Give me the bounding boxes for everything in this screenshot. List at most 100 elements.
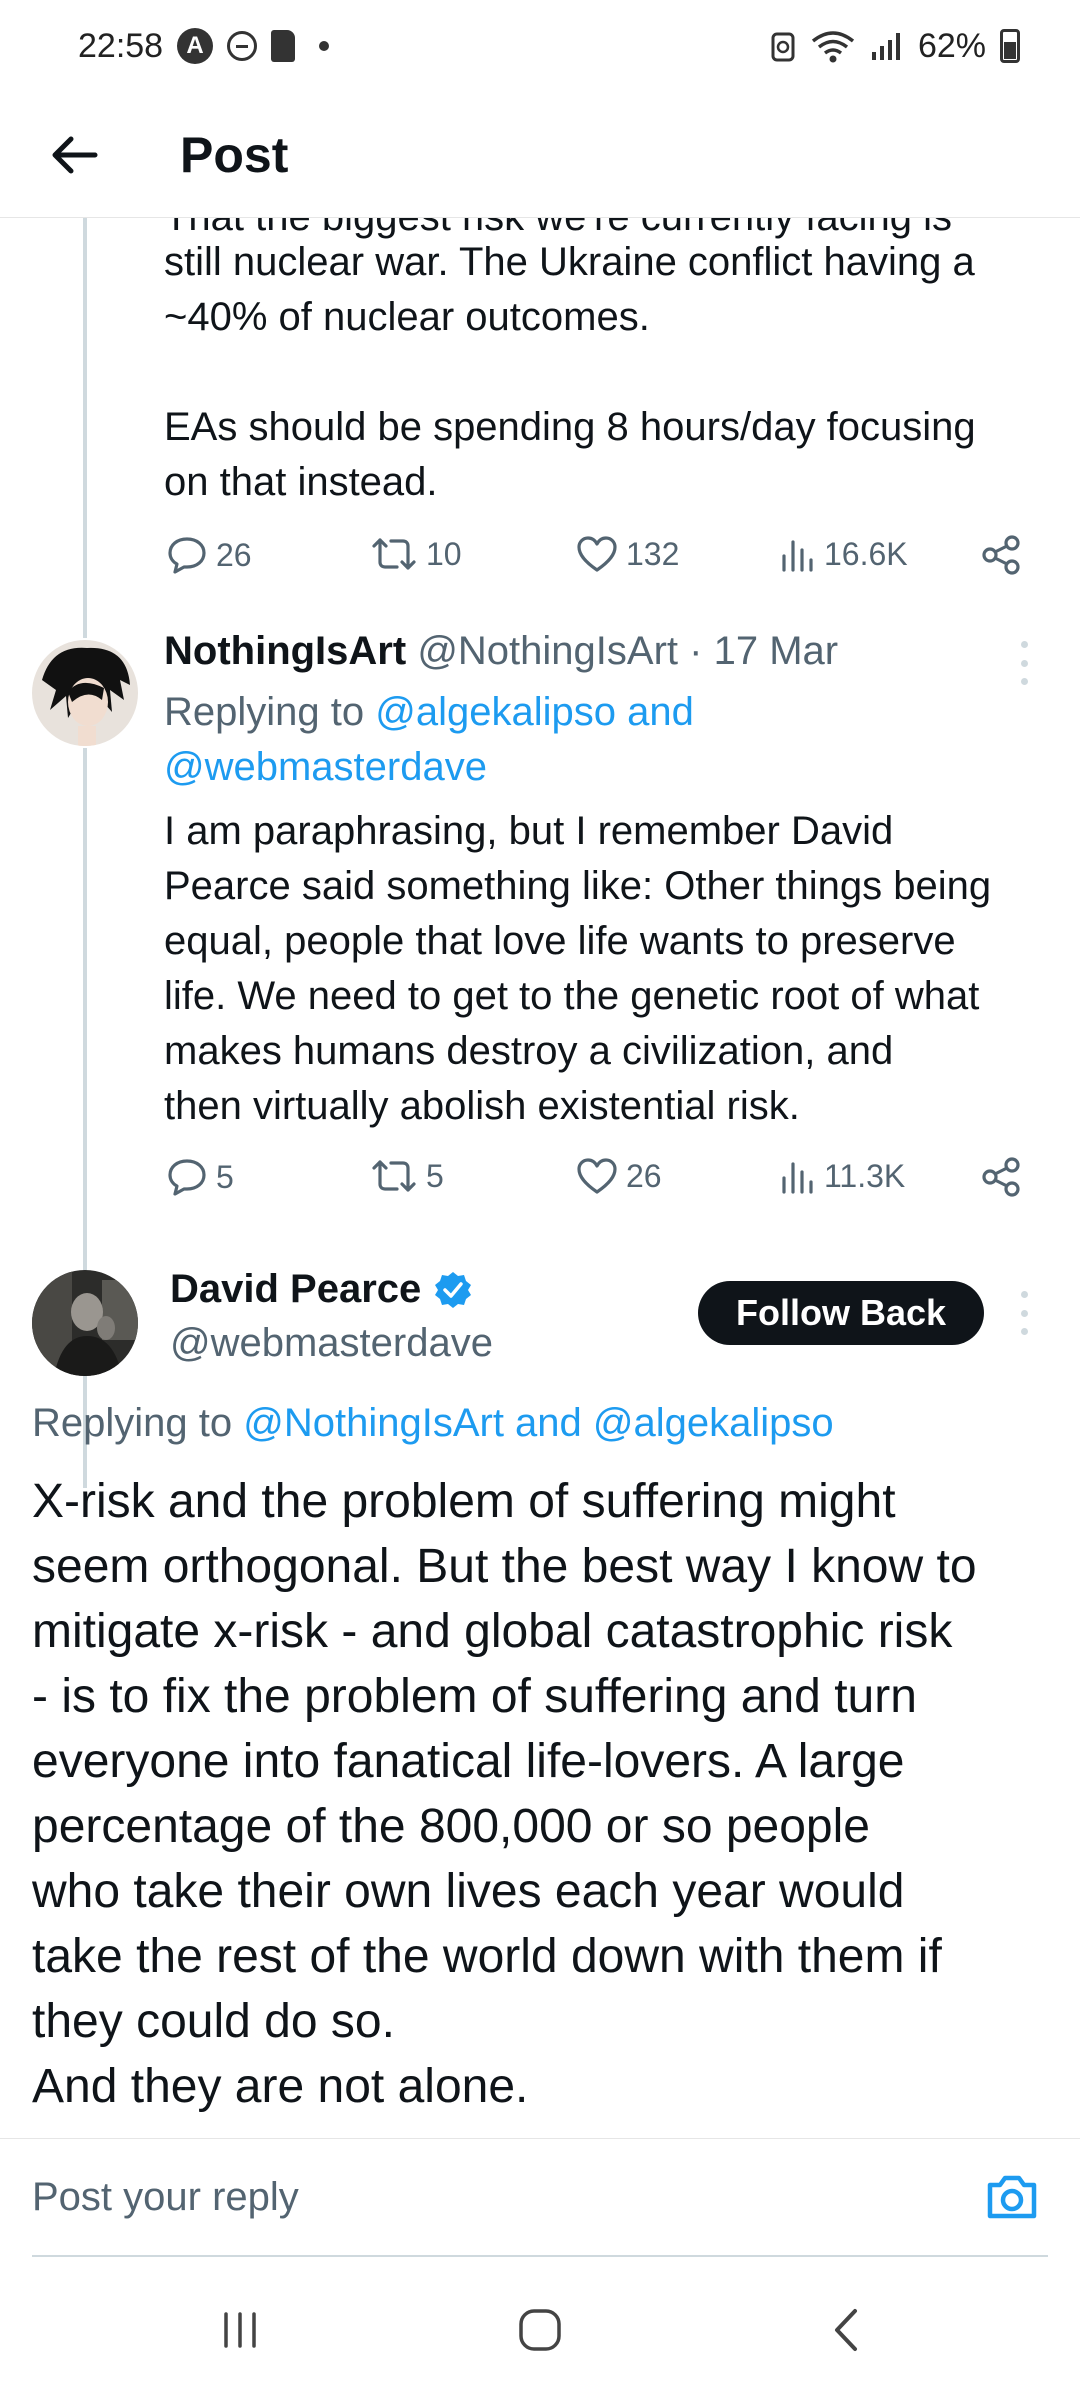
battery-icon xyxy=(1000,29,1020,63)
thread-content[interactable]: That the biggest risk we're currently fa… xyxy=(0,218,1080,2138)
reply-button[interactable]: 26 xyxy=(166,534,252,576)
separator-dot: · xyxy=(689,629,703,673)
tweet2-header: NothingIsArt @NothingIsArt · 17 Mar xyxy=(164,629,838,674)
replying-to-line: Replying to @algekalipso and xyxy=(164,685,694,740)
main-post-body: X-risk and the problem of suffering migh… xyxy=(32,1469,977,2119)
saver-icon xyxy=(771,32,795,62)
replying-prefix: Replying to xyxy=(32,1401,244,1445)
tweet1-actions: 26 10 132 16.6K xyxy=(164,534,1024,590)
main-post-line: seem orthogonal. But the best way I know… xyxy=(32,1540,977,1593)
status-right: 62% xyxy=(770,27,1020,66)
like-button[interactable]: 26 xyxy=(576,1156,662,1196)
main-post-line: mitigate x-risk - and global catastrophi… xyxy=(32,1605,953,1658)
tweet2-line: life. We need to get to the genetic root… xyxy=(164,974,980,1018)
replying-link[interactable]: @NothingIsArt and @algekalipso xyxy=(243,1401,833,1445)
reply-count: 26 xyxy=(216,536,252,573)
dnd-icon xyxy=(227,31,258,61)
like-count: 132 xyxy=(626,535,680,572)
camera-button[interactable] xyxy=(984,2169,1040,2225)
like-button[interactable]: 132 xyxy=(576,534,679,574)
more-dot xyxy=(1020,1309,1028,1317)
analytics-icon xyxy=(782,1162,813,1194)
main-post-line: - is to fix the problem of suffering and… xyxy=(32,1670,917,1723)
repost-count: 5 xyxy=(426,1157,444,1194)
views-button[interactable]: 11.3K xyxy=(780,1156,905,1196)
avatar[interactable] xyxy=(32,1270,138,1376)
home-button[interactable] xyxy=(500,2298,580,2362)
tweet2-line: Pearce said something like: Other things… xyxy=(164,864,992,908)
more-dot xyxy=(1020,659,1028,667)
more-dot xyxy=(1020,1328,1028,1335)
top-bar: Post xyxy=(0,92,1080,218)
author-name[interactable]: David Pearce xyxy=(170,1267,421,1312)
thread-line xyxy=(83,218,87,638)
thread-line xyxy=(83,748,87,1488)
tweet1-line: still nuclear war. The Ukraine conflict … xyxy=(164,240,975,284)
tweet1-line: on that instead. xyxy=(164,460,438,504)
back-nav-button[interactable] xyxy=(806,2298,886,2362)
main-author-name-row: David Pearce xyxy=(170,1267,473,1312)
main-post-line: And they are not alone. xyxy=(32,2060,529,2113)
chevron-left-icon xyxy=(835,2309,857,2351)
follow-back-button[interactable]: Follow Back xyxy=(698,1281,984,1345)
battery-percent: 62% xyxy=(917,26,986,65)
post-date[interactable]: 17 Mar xyxy=(714,629,839,673)
replying-to-line: Replying to @NothingIsArt and @algekalip… xyxy=(32,1398,834,1448)
repost-icon xyxy=(372,1160,416,1192)
recents-icon xyxy=(224,2312,256,2348)
arrow-left-icon xyxy=(52,136,98,173)
tweet2-line: then virtually abolish existential risk. xyxy=(164,1084,800,1128)
repost-count: 10 xyxy=(426,535,462,572)
reply-input[interactable]: Post your reply xyxy=(32,2139,1048,2257)
main-post-line: take the rest of the world down with the… xyxy=(32,1930,942,1983)
more-options-button[interactable] xyxy=(1014,1291,1034,1335)
main-post-line: everyone into fanatical life-lovers. A l… xyxy=(32,1735,905,1788)
analytics-icon xyxy=(782,540,813,572)
main-post-line: percentage of the 800,000 or so people xyxy=(32,1800,870,1853)
repost-button[interactable]: 10 xyxy=(370,534,462,574)
reply-icon xyxy=(168,1159,206,1196)
more-dot xyxy=(1020,1291,1028,1298)
repost-button[interactable]: 5 xyxy=(370,1156,444,1196)
heart-icon xyxy=(577,536,617,572)
camera-icon xyxy=(987,2175,1037,2219)
share-icon xyxy=(982,535,1020,575)
tweet2-actions: 5 5 26 11.3K xyxy=(164,1156,1024,1212)
heart-icon xyxy=(577,1158,617,1194)
views-button[interactable]: 16.6K xyxy=(780,534,908,574)
author-handle[interactable]: @NothingIsArt xyxy=(417,629,678,673)
back-button[interactable] xyxy=(34,115,114,195)
reply-count: 5 xyxy=(216,1158,234,1195)
tweet2-line: I am paraphrasing, but I remember David xyxy=(164,809,894,853)
replying-prefix: Replying to xyxy=(164,690,376,734)
more-dot xyxy=(1020,678,1028,685)
share-button[interactable] xyxy=(980,534,1022,576)
main-post-line: who take their own lives each year would xyxy=(32,1865,905,1918)
tweet2-line: makes humans destroy a civilization, and xyxy=(164,1029,894,1073)
replying-link[interactable]: @algekalipso and xyxy=(375,690,694,734)
sd-card-icon xyxy=(271,30,296,62)
reply-placeholder: Post your reply xyxy=(32,2174,299,2219)
share-button[interactable] xyxy=(980,1156,1022,1198)
page-title: Post xyxy=(180,126,289,183)
a-badge-icon: A xyxy=(177,28,214,64)
reply-bar: Post your reply xyxy=(0,2138,1080,2258)
author-handle[interactable]: @webmasterdave xyxy=(170,1321,493,1366)
signal-icon xyxy=(871,33,900,60)
more-dot xyxy=(1020,641,1028,648)
reply-button[interactable]: 5 xyxy=(166,1156,234,1198)
author-name[interactable]: NothingIsArt xyxy=(164,629,406,673)
repost-icon xyxy=(372,538,416,570)
replying-link[interactable]: @webmasterdave xyxy=(164,740,487,795)
reply-icon xyxy=(168,537,206,574)
tweet1-line: EAs should be spending 8 hours/day focus… xyxy=(164,405,976,449)
avatar[interactable] xyxy=(32,640,138,746)
status-time: 22:58 xyxy=(78,26,164,65)
tweet1-line: ~40% of nuclear outcomes. xyxy=(164,295,650,339)
views-count: 11.3K xyxy=(824,1157,906,1194)
tweet2-line: equal, people that love life wants to pr… xyxy=(164,919,956,963)
system-nav-bar xyxy=(0,2258,1080,2400)
more-options-button[interactable] xyxy=(1014,641,1034,685)
like-count: 26 xyxy=(626,1157,662,1194)
recents-button[interactable] xyxy=(200,2298,280,2362)
